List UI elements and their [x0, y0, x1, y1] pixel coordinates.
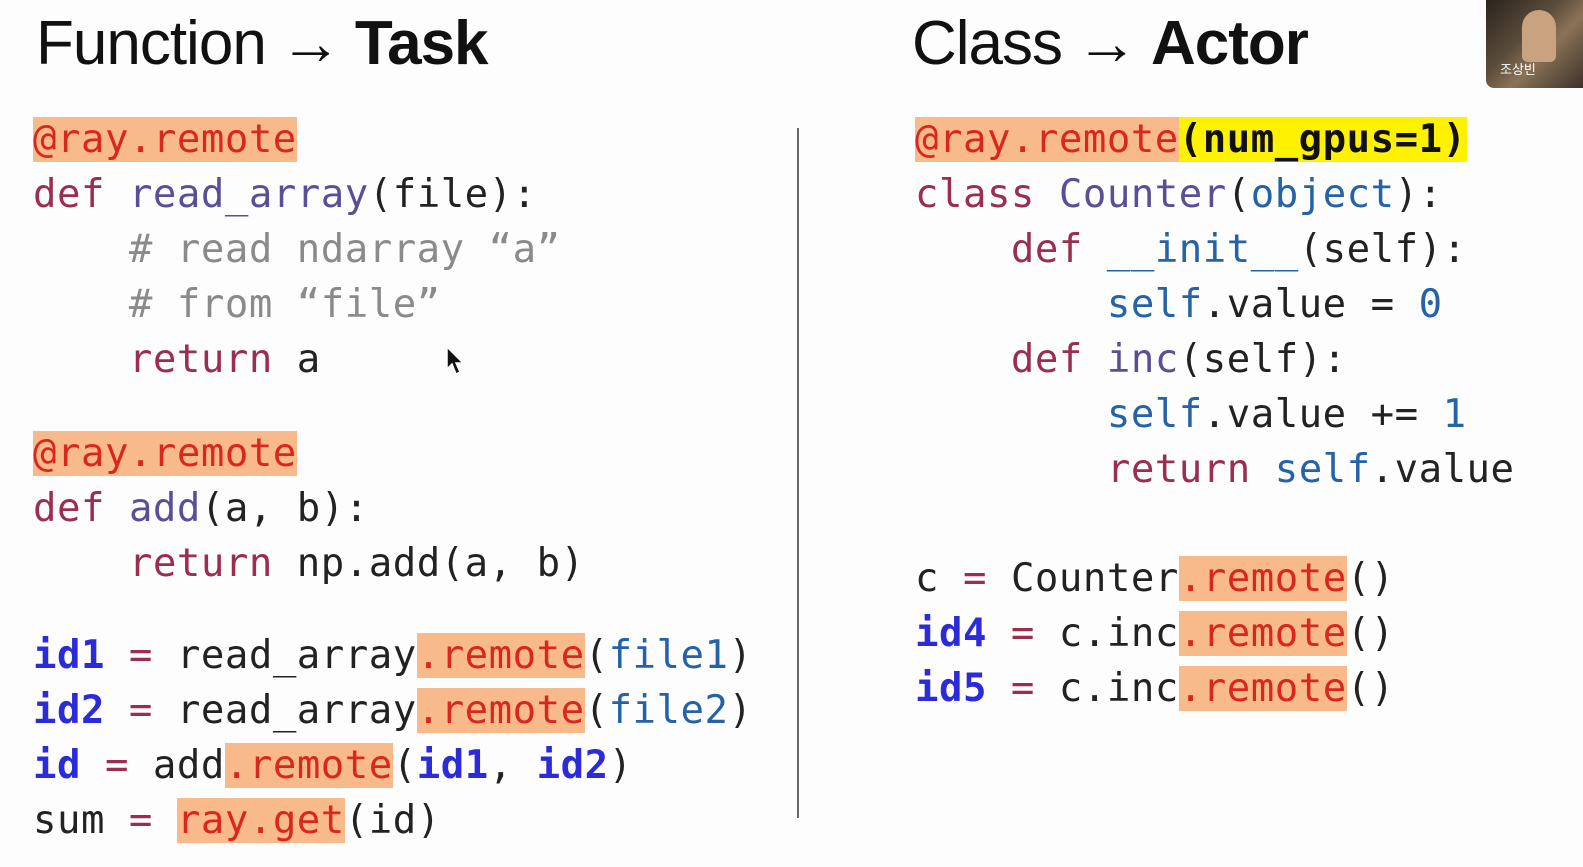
- variable: id4: [915, 611, 987, 656]
- participant-video-thumbnail[interactable]: 조상빈: [1486, 0, 1583, 88]
- remote-call: .remote: [1178, 666, 1347, 711]
- self-ref: self: [1106, 282, 1203, 327]
- decorator: @ray.remote: [915, 117, 1179, 162]
- task-code-block-read-array: @ray.remote def read_array(file): # read…: [33, 112, 561, 387]
- paren: ): [608, 743, 633, 788]
- left-title-target: Task: [354, 9, 489, 78]
- call-args: (): [1346, 666, 1395, 711]
- return-value: .value: [1370, 447, 1515, 492]
- method-signature: (self):: [1178, 337, 1347, 382]
- variable: id: [33, 743, 81, 788]
- remote-call: .remote: [1178, 556, 1347, 601]
- operator: =: [80, 743, 153, 788]
- method-signature: (self):: [1298, 227, 1467, 272]
- operator: =: [986, 611, 1059, 656]
- keyword-return: return: [128, 337, 273, 382]
- operator: =: [986, 666, 1059, 711]
- variable: id1: [33, 633, 105, 678]
- number-literal: 1: [1442, 392, 1467, 437]
- call-args: (): [1346, 556, 1395, 601]
- column-divider: [797, 128, 799, 818]
- participant-video-icon: [1522, 10, 1556, 62]
- operator: =: [104, 633, 177, 678]
- function-call: add: [152, 743, 225, 788]
- task-code-block-add: @ray.remote def add(a, b): return np.add…: [33, 426, 585, 591]
- remote-call: .remote: [416, 633, 585, 678]
- participant-name: 조상빈: [1500, 63, 1536, 78]
- function-signature: (a, b):: [200, 486, 369, 531]
- function-call: read_array: [176, 688, 417, 733]
- return-value: a: [296, 337, 321, 382]
- assignment: .value +=: [1202, 392, 1443, 437]
- call-args: (): [1346, 611, 1395, 656]
- left-title: Function → Task: [36, 8, 489, 79]
- return-value: np.add(a, b): [296, 541, 585, 586]
- base-class: object: [1250, 172, 1395, 217]
- function-call: read_array: [176, 633, 417, 678]
- right-title: Class → Actor: [912, 8, 1309, 79]
- function-name: add: [128, 486, 201, 531]
- function-call: Counter: [1010, 556, 1179, 601]
- arrow-icon: →: [1076, 9, 1138, 78]
- argument: id1: [416, 743, 489, 788]
- number-literal: 0: [1418, 282, 1443, 327]
- variable: sum: [33, 798, 105, 843]
- paren: ):: [1394, 172, 1443, 217]
- right-title-source: Class: [912, 9, 1063, 78]
- argument: file2: [608, 688, 729, 733]
- paren: (: [584, 688, 609, 733]
- remote-call: .remote: [224, 743, 393, 788]
- keyword-def: def: [1010, 227, 1083, 272]
- task-invocation-block: id1 = read_array.remote(file1) id2 = rea…: [33, 628, 752, 848]
- separator: ,: [488, 743, 537, 788]
- argument: id2: [536, 743, 609, 788]
- code-comment: # read ndarray “a”: [128, 227, 561, 272]
- left-title-source: Function: [36, 9, 267, 78]
- code-comment: # from “file”: [128, 282, 441, 327]
- keyword-return: return: [1106, 447, 1251, 492]
- operator: =: [938, 556, 1011, 601]
- variable: c: [915, 556, 939, 601]
- function-name: read_array: [128, 172, 369, 217]
- operator: =: [104, 688, 177, 733]
- keyword-def: def: [1010, 337, 1083, 382]
- arrow-icon: →: [279, 9, 342, 78]
- decorator: @ray.remote: [33, 431, 297, 476]
- paren: ): [728, 688, 753, 733]
- paren: (: [584, 633, 609, 678]
- paren: (: [1226, 172, 1251, 217]
- decorator-args: (num_gpus=1): [1178, 117, 1467, 162]
- argument: file1: [608, 633, 729, 678]
- remote-call: .remote: [1178, 611, 1347, 656]
- assignment: .value =: [1202, 282, 1419, 327]
- actor-invocation-block: c = Counter.remote() id4 = c.inc.remote(…: [915, 551, 1395, 716]
- function-call: c.inc: [1058, 666, 1179, 711]
- keyword-class: class: [915, 172, 1035, 217]
- variable: id2: [33, 688, 105, 733]
- operator: =: [104, 798, 177, 843]
- keyword-def: def: [33, 172, 105, 217]
- variable: id5: [915, 666, 987, 711]
- method-name: inc: [1106, 337, 1179, 382]
- ray-get-call: ray.get: [176, 798, 345, 843]
- keyword-def: def: [33, 486, 105, 531]
- method-name: __init__: [1106, 227, 1299, 272]
- self-ref: self: [1106, 392, 1203, 437]
- self-ref: self: [1274, 447, 1371, 492]
- mouse-pointer-icon: [446, 345, 465, 376]
- decorator: @ray.remote: [33, 117, 297, 162]
- remote-call: .remote: [416, 688, 585, 733]
- function-signature: (file):: [368, 172, 537, 217]
- actor-code-block-counter: @ray.remote(num_gpus=1) class Counter(ob…: [915, 112, 1515, 497]
- function-call: c.inc: [1058, 611, 1179, 656]
- class-name: Counter: [1058, 172, 1227, 217]
- paren: ): [728, 633, 753, 678]
- right-title-target: Actor: [1151, 9, 1309, 78]
- call-args: (id): [344, 798, 441, 843]
- paren: (: [392, 743, 417, 788]
- keyword-return: return: [128, 541, 273, 586]
